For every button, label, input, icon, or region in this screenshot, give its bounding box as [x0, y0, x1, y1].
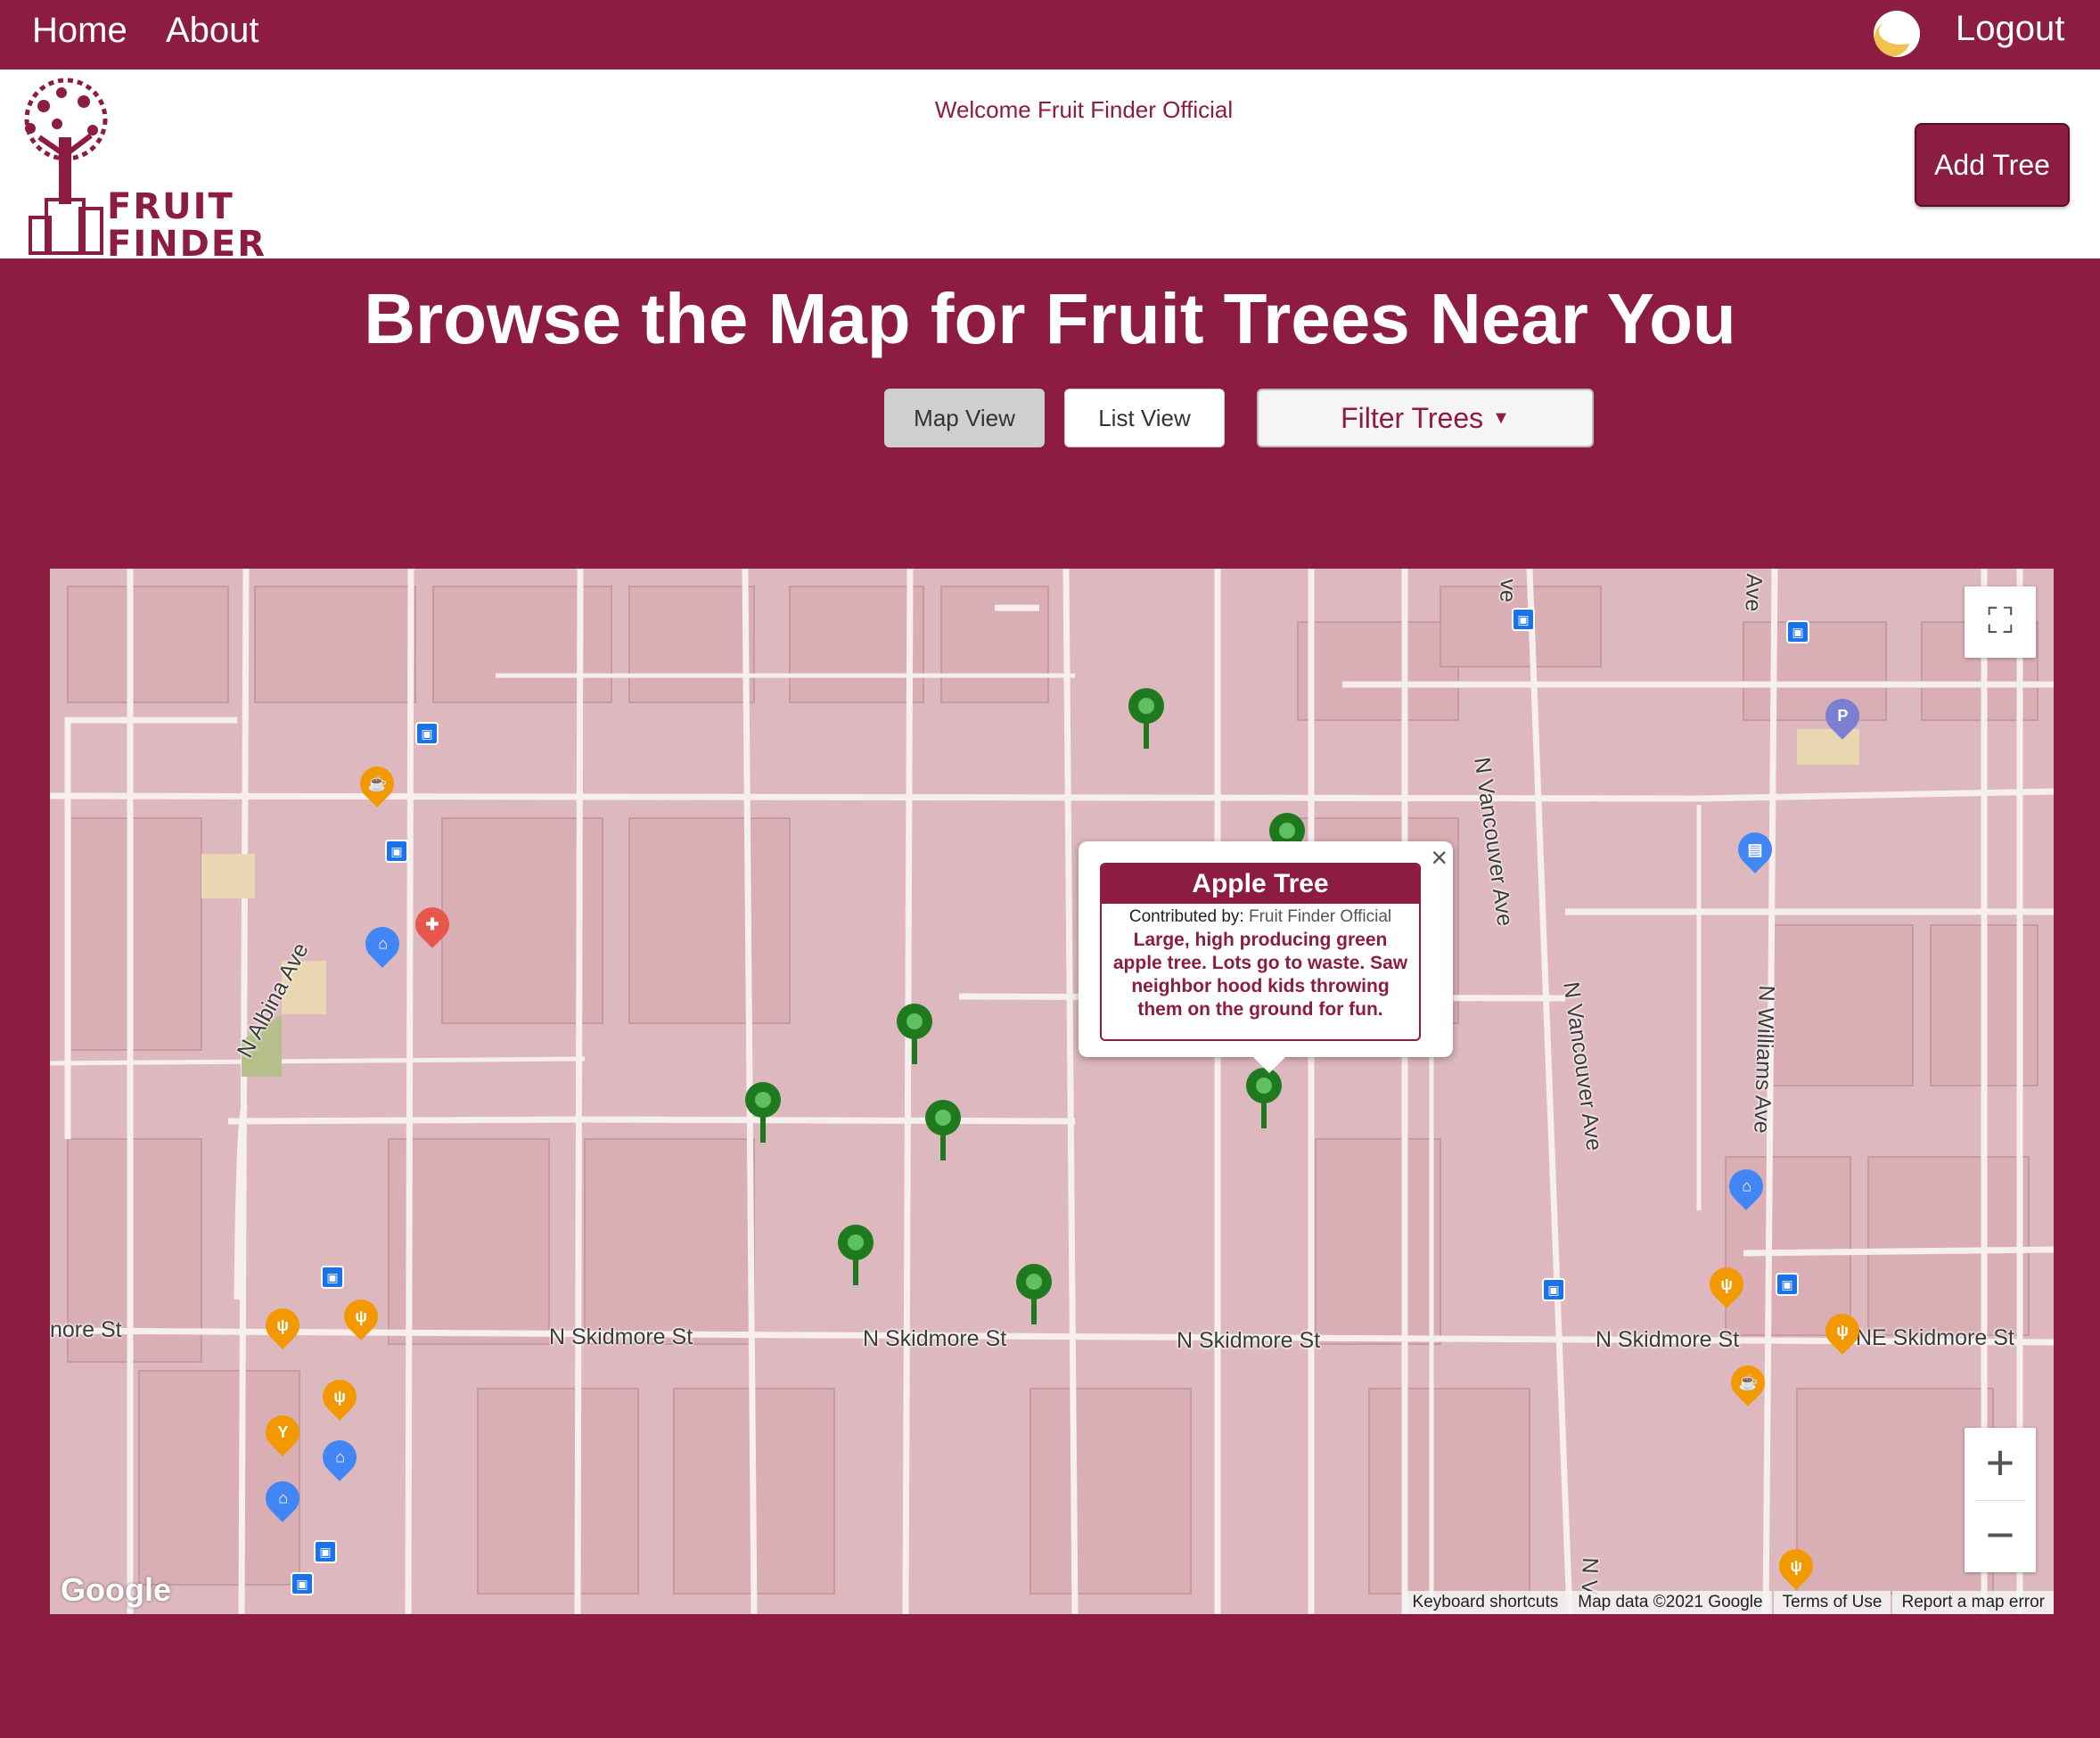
fullscreen-button[interactable]: ⛶	[1965, 586, 2036, 658]
nav-home-link[interactable]: Home	[32, 11, 127, 51]
tree-marker-icon[interactable]	[736, 1078, 790, 1150]
tree-info-card: Apple Tree Contributed by: Fruit Finder …	[1100, 863, 1421, 1041]
google-logo: Google	[61, 1571, 171, 1608]
filter-trees-label: Filter Trees	[1341, 401, 1484, 434]
street-label-ave-top2: Ave	[1740, 573, 1767, 612]
bus-stop-icon[interactable]: ▣	[321, 1266, 344, 1289]
tree-info-contributor: Contributed by: Fruit Finder Official	[1102, 907, 1419, 927]
street-label-ave-top1: ve	[1495, 578, 1521, 603]
bus-stop-icon[interactable]: ▣	[291, 1572, 314, 1595]
map-data-attribution: Map data ©2021 Google	[1569, 1591, 1772, 1614]
report-map-error-link[interactable]: Report a map error	[1892, 1591, 2054, 1614]
zoom-divider	[1975, 1500, 2025, 1501]
map-footer: Keyboard shortcuts Map data ©2021 Google…	[1402, 1591, 2054, 1614]
tree-marker-icon[interactable]	[916, 1096, 970, 1168]
street-label-skidmore-1: N Skidmore St	[549, 1324, 693, 1349]
tree-info-window: × Apple Tree Contributed by: Fruit Finde…	[1079, 841, 1453, 1073]
terms-of-use-link[interactable]: Terms of Use	[1773, 1591, 1891, 1614]
add-tree-button[interactable]: Add Tree	[1915, 123, 2070, 207]
page-header: FRUIT FINDER Welcome Fruit Finder Offici…	[0, 70, 2100, 262]
zoom-control: + −	[1965, 1428, 2036, 1572]
bus-stop-icon[interactable]: ▣	[1786, 620, 1809, 644]
bus-stop-icon[interactable]: ▣	[314, 1540, 337, 1563]
street-label-williams: N Williams Ave	[1749, 985, 1779, 1135]
street-label-n-bottom: N V	[1576, 1557, 1603, 1595]
zoom-out-button[interactable]: −	[1965, 1500, 2036, 1572]
filter-trees-dropdown[interactable]: Filter Trees ▼	[1257, 389, 1594, 447]
logo-text-fruit: FRUIT	[107, 186, 234, 227]
user-avatar[interactable]	[1874, 11, 1920, 57]
tree-marker-icon[interactable]	[1237, 1064, 1291, 1135]
tree-info-description: Large, high producing green apple tree. …	[1112, 930, 1408, 1020]
logout-link[interactable]: Logout	[1956, 9, 2064, 49]
bus-stop-icon[interactable]: ▣	[1776, 1273, 1799, 1296]
street-label-skidmore-2: N Skidmore St	[863, 1326, 1007, 1351]
welcome-message: Welcome Fruit Finder Official	[934, 96, 1234, 123]
map-view-button[interactable]: Map View	[884, 389, 1045, 447]
street-label-skidmore-4: N Skidmore St	[1596, 1327, 1740, 1352]
street-label-skidmore-3: N Skidmore St	[1177, 1328, 1321, 1353]
bus-stop-icon[interactable]: ▣	[385, 840, 408, 863]
tree-marker-icon[interactable]	[1120, 685, 1173, 756]
caret-down-icon: ▼	[1492, 407, 1510, 428]
tree-marker-icon[interactable]	[1007, 1260, 1061, 1332]
bus-stop-icon[interactable]: ▣	[415, 722, 439, 745]
keyboard-shortcuts-link[interactable]: Keyboard shortcuts	[1403, 1591, 1568, 1614]
nav-about-link[interactable]: About	[166, 11, 259, 51]
close-icon[interactable]: ×	[1431, 841, 1448, 874]
logo-text-finder: FINDER	[107, 224, 267, 265]
contributed-by-label: Contributed by:	[1128, 907, 1244, 926]
tree-marker-icon[interactable]	[829, 1221, 882, 1292]
fruit-tree-map[interactable]: N Albina Ave N Vancouver Ave N Vancouver…	[50, 569, 2054, 1614]
street-label-ne-skidmore: NE Skidmore St	[1856, 1325, 2014, 1350]
street-label-skidmore-cut: nore St	[50, 1317, 122, 1342]
page-title: Browse the Map for Fruit Trees Near You	[364, 279, 1736, 358]
tree-info-title: Apple Tree	[1102, 865, 1419, 904]
bus-stop-icon[interactable]: ▣	[1542, 1278, 1565, 1301]
bus-stop-icon[interactable]: ▣	[1512, 608, 1535, 631]
top-navbar: Home About Logout	[0, 0, 2100, 70]
tree-marker-icon[interactable]	[888, 1000, 941, 1071]
contributor-name: Fruit Finder Official	[1249, 907, 1392, 926]
zoom-in-button[interactable]: +	[1965, 1428, 2036, 1500]
list-view-button[interactable]: List View	[1064, 389, 1225, 447]
